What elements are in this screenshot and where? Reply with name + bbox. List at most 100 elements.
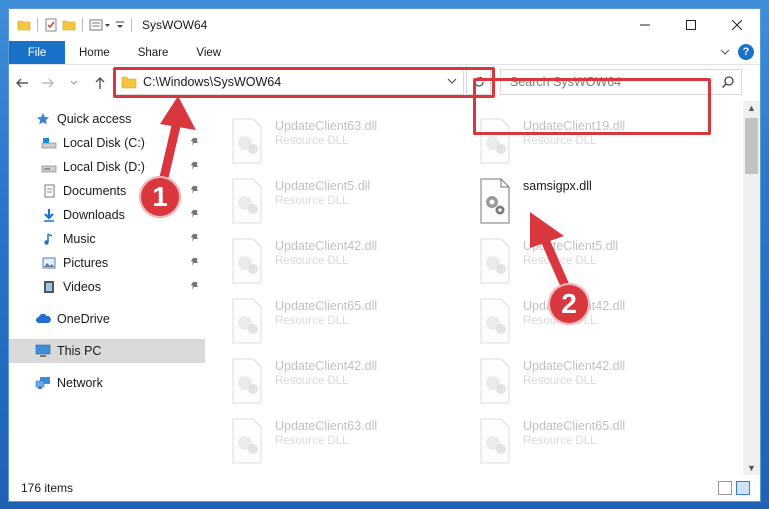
- list-item[interactable]: UpdateClient65.dll Resource DLL: [227, 295, 467, 351]
- close-button[interactable]: [714, 9, 760, 41]
- list-item[interactable]: UpdateClient63.dll Resource DLL: [227, 415, 467, 471]
- step-1-badge: 1: [139, 176, 181, 218]
- file-type: Resource DLL: [523, 435, 597, 447]
- file-name: UpdateClient63.dll: [275, 119, 378, 133]
- dll-file-icon: [232, 118, 262, 164]
- pin-icon[interactable]: [189, 137, 199, 147]
- help-button[interactable]: ?: [738, 44, 754, 60]
- tab-view[interactable]: View: [182, 41, 235, 64]
- list-item[interactable]: UpdateClient42.dllResource DLL: [475, 355, 715, 411]
- file-type: Resource DLL: [275, 135, 349, 147]
- list-item[interactable]: UpdateClient42.dllResource DLL: [227, 355, 467, 411]
- recent-locations-button[interactable]: [61, 69, 87, 97]
- file-list: UpdateClient63.dll Resource DLL UpdateCli…: [205, 78, 760, 475]
- pin-icon[interactable]: [189, 233, 199, 243]
- dll-file-icon: [480, 298, 510, 344]
- sidebar-item-label: OneDrive: [57, 312, 110, 326]
- quick-access-toolbar: [9, 18, 134, 32]
- step-2-badge: 2: [548, 283, 590, 325]
- list-item[interactable]: UpdateClient63.dll Resource DLL: [227, 115, 467, 171]
- pin-icon[interactable]: [189, 209, 199, 219]
- properties-icon[interactable]: [44, 18, 58, 32]
- large-icons-view-icon[interactable]: [736, 481, 750, 495]
- scroll-thumb[interactable]: [745, 118, 758, 174]
- tab-home[interactable]: Home: [65, 41, 124, 64]
- list-item[interactable]: UpdateClient5.dll Resource DLL: [227, 175, 467, 231]
- status-bar: 176 items: [9, 475, 760, 501]
- file-type: Resource DLL: [523, 255, 597, 267]
- sidebar-item-label: This PC: [57, 344, 102, 358]
- drive-icon: [41, 165, 57, 173]
- sidebar-item-label: Local Disk (C:): [63, 136, 145, 150]
- title-bar: SysWOW64: [9, 9, 760, 41]
- dll-file-icon: [480, 238, 510, 284]
- chevron-down-icon: [70, 80, 78, 85]
- customize-toolbar-icon[interactable]: [89, 18, 111, 32]
- arrow-left-icon: [16, 78, 28, 88]
- details-view-icon[interactable]: [718, 481, 732, 495]
- close-icon: [732, 20, 742, 30]
- new-folder-icon[interactable]: [62, 18, 76, 32]
- list-item[interactable]: UpdateClient65.dll Resource DLL: [475, 415, 715, 471]
- dll-file-icon: [232, 298, 262, 344]
- file-name: UpdateClient65.dll: [523, 419, 626, 433]
- expand-ribbon-icon[interactable]: [720, 47, 730, 57]
- ribbon-tabs: File Home Share View ?: [9, 41, 760, 65]
- dll-file-icon: [480, 178, 510, 224]
- sidebar-item-pictures[interactable]: Pictures: [9, 251, 205, 275]
- list-item[interactable]: UpdateClient5.dll Resource DLL: [475, 235, 715, 291]
- back-button[interactable]: [9, 69, 35, 97]
- window-title: SysWOW64: [142, 18, 208, 32]
- pin-icon[interactable]: [189, 161, 199, 171]
- file-type: Resource DLL: [523, 135, 597, 147]
- maximize-button[interactable]: [668, 9, 714, 41]
- folder-icon: [17, 20, 31, 31]
- navigation-pane: Quick access Local Disk (C:) Local Disk …: [9, 101, 205, 475]
- file-type: Resource DLL: [275, 195, 349, 207]
- sidebar-item-network[interactable]: Network: [9, 371, 205, 395]
- scroll-down-icon[interactable]: ▼: [747, 463, 756, 473]
- star-icon: [37, 113, 49, 125]
- sidebar-item-label: Downloads: [63, 208, 125, 222]
- dll-file-icon: [232, 418, 262, 464]
- dll-file-icon: [232, 178, 262, 224]
- sidebar-item-local-disk-c[interactable]: Local Disk (C:): [9, 131, 205, 155]
- sidebar-item-quick-access[interactable]: Quick access: [9, 107, 205, 131]
- drive-icon: [41, 138, 57, 149]
- pictures-icon: [42, 257, 56, 269]
- explorer-window: SysWOW64 File Home Share View ? C:\Windo…: [8, 8, 761, 502]
- sidebar-item-label: Network: [57, 376, 103, 390]
- list-item[interactable]: UpdateClient42.dllResource DLL: [475, 295, 715, 351]
- scroll-up-icon[interactable]: ▲: [747, 103, 756, 113]
- cloud-icon: [36, 313, 51, 323]
- ribbon-controls: ?: [720, 44, 754, 60]
- view-toggle: [718, 481, 750, 495]
- separator: [82, 18, 83, 32]
- minimize-button[interactable]: [622, 9, 668, 41]
- sidebar-item-local-disk-d[interactable]: Local Disk (D:): [9, 155, 205, 179]
- file-name: UpdateClient5.dll: [275, 179, 371, 193]
- sidebar-item-videos[interactable]: Videos: [9, 275, 205, 299]
- pc-icon: [35, 344, 51, 357]
- pin-icon[interactable]: [189, 281, 199, 291]
- up-button[interactable]: [87, 69, 113, 97]
- list-item[interactable]: UpdateClient42.dllResource DLL: [227, 235, 467, 291]
- sidebar-item-music[interactable]: Music: [9, 227, 205, 251]
- pin-icon[interactable]: [189, 257, 199, 267]
- separator: [131, 18, 132, 32]
- sidebar-item-this-pc[interactable]: This PC: [9, 339, 205, 363]
- tab-file[interactable]: File: [9, 41, 65, 64]
- sidebar-item-label: Local Disk (D:): [63, 160, 145, 174]
- chevron-down-icon[interactable]: [115, 18, 125, 32]
- sidebar-item-label: Music: [63, 232, 96, 246]
- documents-icon: [44, 184, 55, 198]
- forward-button[interactable]: [35, 69, 61, 97]
- list-item-samsigpx[interactable]: samsigpx.dll: [475, 175, 715, 231]
- sidebar-item-onedrive[interactable]: OneDrive: [9, 307, 205, 331]
- tab-share[interactable]: Share: [124, 41, 183, 64]
- pin-icon[interactable]: [189, 185, 199, 195]
- network-icon: [35, 377, 50, 389]
- file-name: UpdateClient65.dll: [275, 299, 378, 313]
- arrow-up-icon: [95, 77, 105, 89]
- vertical-scrollbar[interactable]: ▲ ▼: [743, 101, 760, 475]
